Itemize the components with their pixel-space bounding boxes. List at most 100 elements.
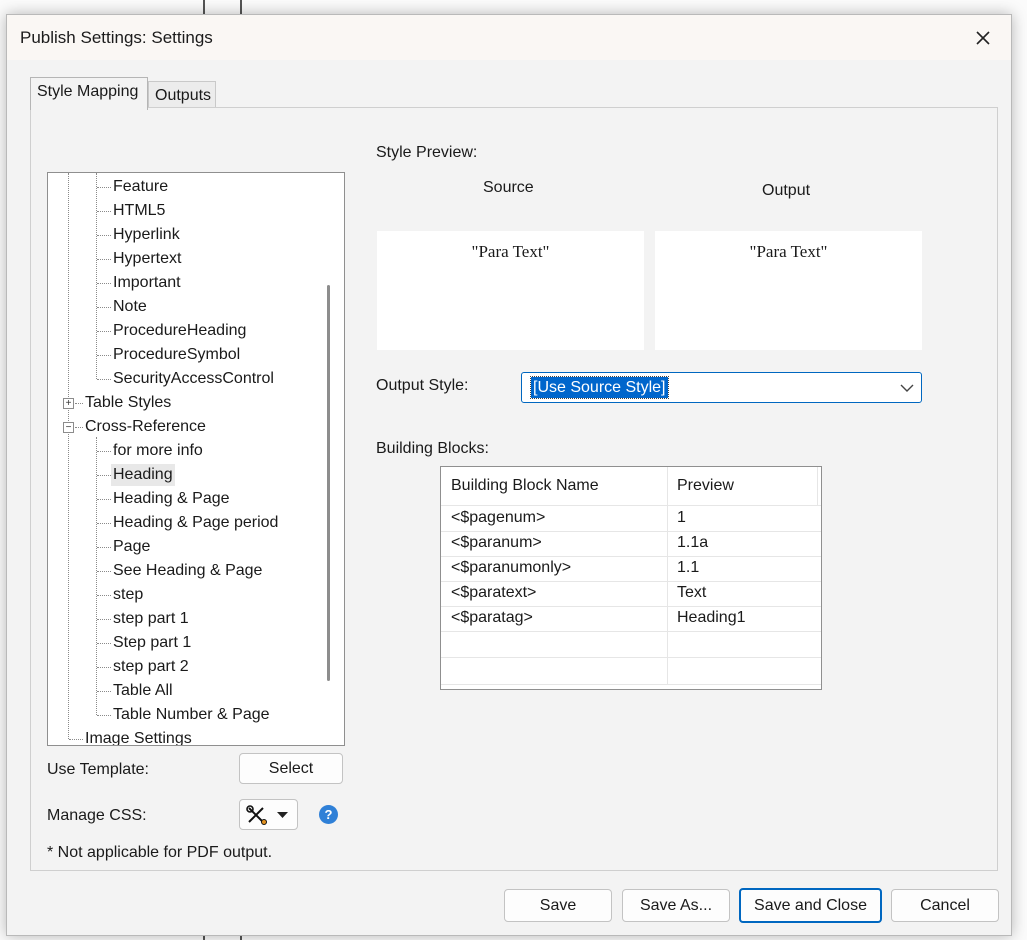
- output-preview: "Para Text": [655, 231, 922, 350]
- building-blocks-label: Building Blocks:: [376, 440, 489, 457]
- tree-item-note[interactable]: Note: [111, 296, 149, 318]
- tree-item-step[interactable]: step: [111, 584, 145, 606]
- publish-settings-dialog: Publish Settings: Settings Style Mapping…: [6, 14, 1012, 936]
- tree-item-important[interactable]: Important: [111, 272, 183, 294]
- background-rule: [240, 0, 242, 14]
- footnote: * Not applicable for PDF output.: [47, 844, 273, 861]
- expand-icon[interactable]: +: [63, 398, 74, 409]
- tree-connector: [97, 379, 111, 380]
- tab-label: Outputs: [155, 87, 212, 104]
- style-preview-label: Style Preview:: [376, 144, 478, 161]
- block-preview-cell: Text: [677, 584, 707, 601]
- tree-item-feature[interactable]: Feature: [111, 176, 170, 198]
- tree-connector: [97, 451, 111, 452]
- tree-connector: [97, 547, 111, 548]
- tree-connector: [97, 475, 111, 476]
- tree-item-procedure-symbol[interactable]: ProcedureSymbol: [111, 344, 242, 366]
- tree-connector: [69, 739, 83, 740]
- tree-item-step-part-2[interactable]: step part 2: [111, 656, 191, 678]
- button-label: Cancel: [920, 897, 970, 914]
- output-preview-text: "Para Text": [749, 242, 828, 261]
- row-divider: [441, 684, 821, 685]
- tree-item-table-styles[interactable]: Table Styles: [83, 392, 173, 414]
- cancel-button[interactable]: Cancel: [891, 889, 999, 922]
- block-name-cell: <$pagenum>: [451, 509, 546, 526]
- button-label: Save and Close: [754, 897, 867, 914]
- save-and-close-button[interactable]: Save and Close: [739, 888, 882, 923]
- column-header-preview[interactable]: Preview: [667, 467, 817, 505]
- chevron-down-icon[interactable]: [899, 381, 915, 395]
- tree-connector: [97, 307, 111, 308]
- tree-connector: [97, 355, 111, 356]
- manage-css-button[interactable]: [239, 799, 298, 830]
- tab-label: Style Mapping: [37, 83, 139, 100]
- tree-connector: [96, 437, 97, 715]
- tree-item-heading[interactable]: Heading: [111, 464, 175, 486]
- tree-item-heading-and-page[interactable]: Heading & Page: [111, 488, 232, 510]
- block-name-cell: <$paranumonly>: [451, 559, 572, 576]
- help-icon[interactable]: ?: [319, 805, 338, 824]
- tree-item-security-access-control[interactable]: SecurityAccessControl: [111, 368, 276, 390]
- output-label: Output: [762, 182, 811, 199]
- tree-item-page[interactable]: Page: [111, 536, 152, 558]
- save-as-button[interactable]: Save As...: [622, 889, 730, 922]
- button-label: Select: [268, 760, 314, 777]
- tree-connector: [97, 643, 111, 644]
- tree-item-html5[interactable]: HTML5: [111, 200, 167, 222]
- output-style-select[interactable]: [Use Source Style]: [521, 372, 922, 403]
- tree-item-heading-and-page-period[interactable]: Heading & Page period: [111, 512, 280, 534]
- tree-connector: [97, 523, 111, 524]
- tree-connector: [96, 173, 97, 379]
- background-rule: [203, 0, 205, 14]
- tree-item-table-number-and-page[interactable]: Table Number & Page: [111, 704, 272, 726]
- tree-connector: [97, 691, 111, 692]
- block-preview-cell: 1.1: [677, 559, 700, 576]
- tree-item-table-all[interactable]: Table All: [111, 680, 175, 702]
- style-tree[interactable]: Feature HTML5 Hyperlink Hypertext Import…: [47, 172, 345, 746]
- source-preview: "Para Text": [377, 231, 644, 350]
- tree-item-image-settings[interactable]: Image Settings: [83, 728, 194, 745]
- row-divider: [441, 631, 821, 632]
- block-preview-cell: 1.1a: [677, 534, 709, 551]
- building-blocks-table[interactable]: Building Block Name Preview <$pagenum> 1…: [440, 466, 822, 690]
- tree-item-step-part-1[interactable]: step part 1: [111, 608, 191, 630]
- dialog-title: Publish Settings: Settings: [20, 28, 213, 47]
- block-name-cell: <$paratext>: [451, 584, 537, 601]
- tab-style-mapping[interactable]: Style Mapping: [30, 77, 148, 110]
- column-divider: [817, 467, 818, 505]
- tree-connector: [75, 403, 83, 404]
- block-name-cell: <$paranum>: [451, 534, 542, 551]
- tree-item-hypertext[interactable]: Hypertext: [111, 248, 183, 270]
- caret-down-icon: [277, 812, 288, 818]
- tree-item-see-heading-and-page[interactable]: See Heading & Page: [111, 560, 264, 582]
- tree-item-for-more-info[interactable]: for more info: [111, 440, 205, 462]
- button-label: Save As...: [639, 897, 713, 914]
- tree-item-cross-reference[interactable]: Cross-Reference: [83, 416, 208, 438]
- column-header-name[interactable]: Building Block Name: [441, 467, 667, 505]
- button-label: Save: [539, 897, 577, 914]
- save-button[interactable]: Save: [504, 889, 612, 922]
- block-name-cell: <$paratag>: [451, 609, 533, 626]
- close-icon[interactable]: [969, 24, 997, 52]
- tree-item-step-part-1-caps[interactable]: Step part 1: [111, 632, 193, 654]
- tree-connector: [68, 173, 69, 739]
- tree-connector: [97, 595, 111, 596]
- block-preview-cell: Heading1: [677, 609, 746, 626]
- source-label: Source: [483, 179, 534, 196]
- tree-connector: [97, 667, 111, 668]
- tree-scrollbar[interactable]: [327, 285, 330, 681]
- tree-item-procedure-heading[interactable]: ProcedureHeading: [111, 320, 248, 342]
- select-template-button[interactable]: Select: [239, 753, 343, 784]
- tree-connector: [97, 331, 111, 332]
- use-template-label: Use Template:: [47, 761, 149, 778]
- tree-item-hyperlink[interactable]: Hyperlink: [111, 224, 182, 246]
- output-style-value: [Use Source Style]: [530, 376, 669, 399]
- block-preview-cell: 1: [677, 509, 686, 526]
- source-preview-text: "Para Text": [471, 242, 550, 261]
- row-divider: [441, 657, 821, 658]
- manage-css-label: Manage CSS:: [47, 807, 147, 824]
- collapse-icon[interactable]: −: [63, 422, 74, 433]
- tree-connector: [97, 211, 111, 212]
- tree-connector: [75, 427, 83, 428]
- output-style-label: Output Style:: [376, 377, 469, 394]
